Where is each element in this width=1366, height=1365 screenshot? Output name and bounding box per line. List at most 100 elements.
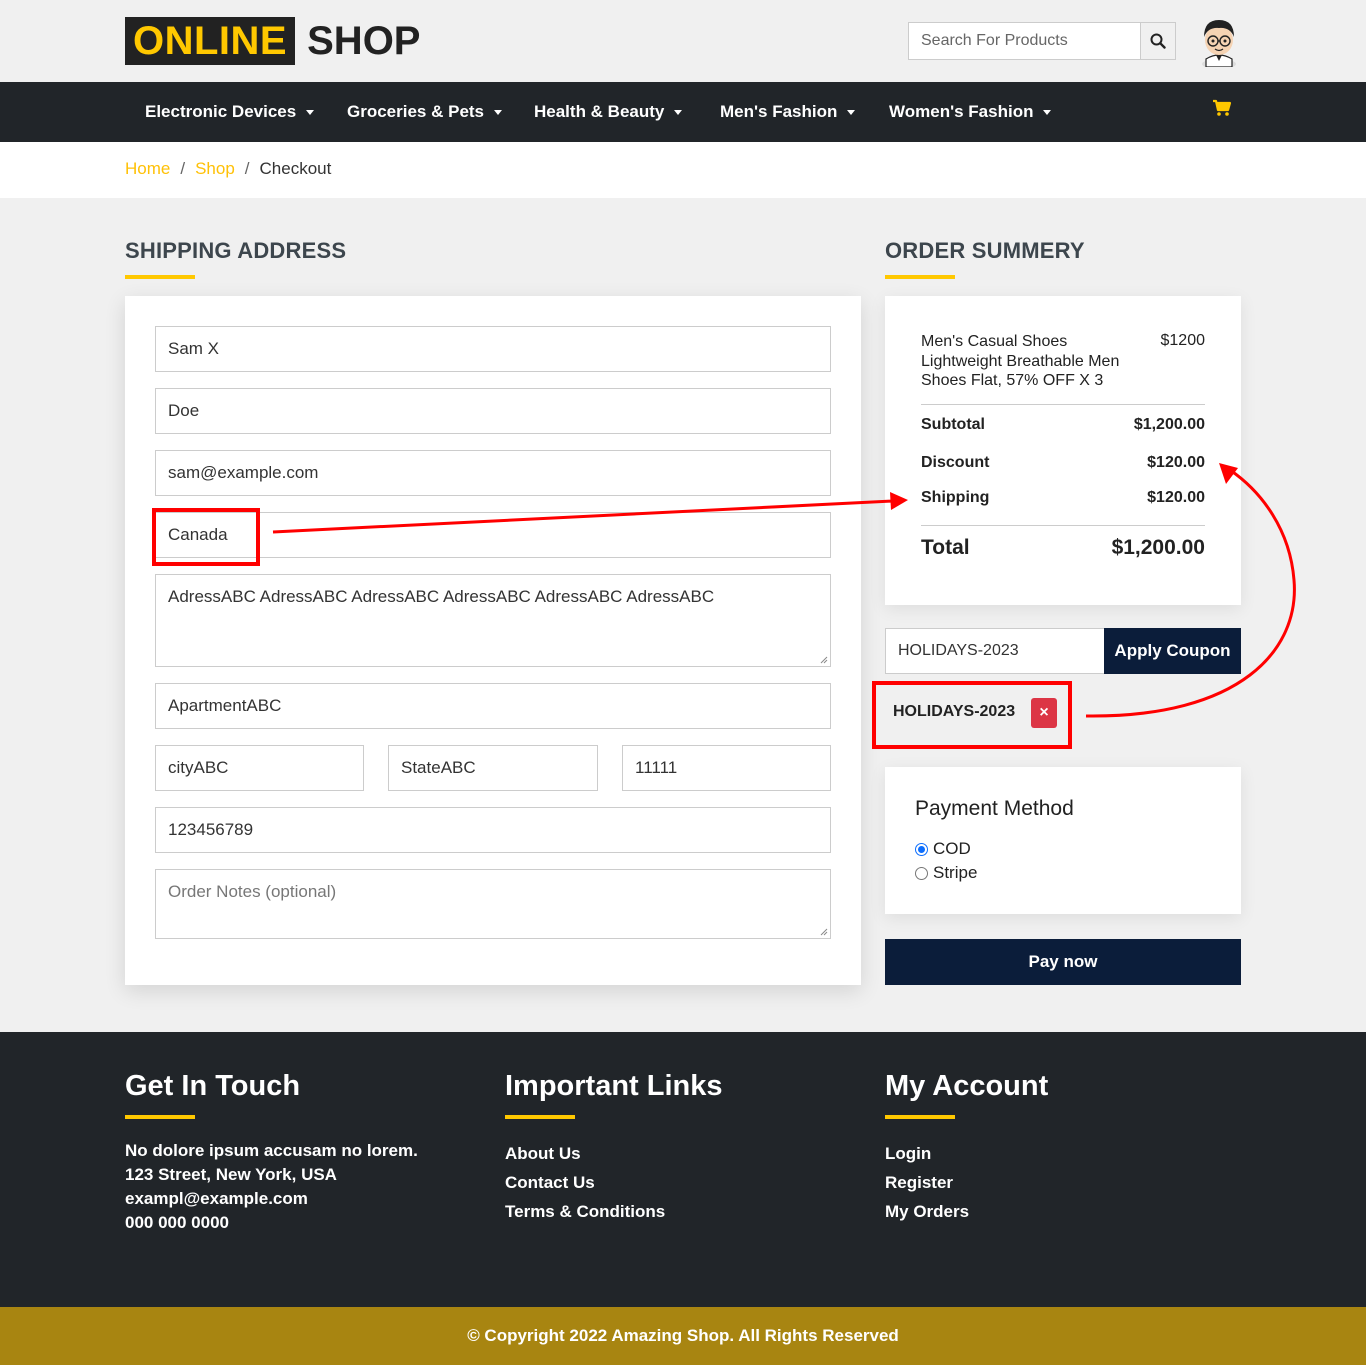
total-label: Total (921, 536, 970, 559)
payment-method-card: Payment Method COD Stripe (885, 767, 1241, 914)
nav-groceries-pets[interactable]: Groceries & Pets (347, 82, 503, 142)
address-textarea[interactable]: AdressABC AdressABC AdressABC AdressABC … (155, 574, 831, 667)
footer-links: Important Links About Us Contact Us Term… (505, 1070, 723, 1226)
logo-text: SHOP (307, 18, 421, 63)
footer-contact-line: 123 Street, New York, USA (125, 1165, 337, 1184)
search-input[interactable] (909, 23, 1140, 59)
top-header: ONLINE SHOP (0, 0, 1366, 82)
search-button[interactable] (1140, 23, 1175, 59)
search-icon (1150, 33, 1166, 49)
email-field[interactable]: sam@example.com (155, 450, 831, 496)
breadcrumb: Home / Shop / Checkout (0, 142, 1366, 198)
caret-down-icon (494, 110, 503, 116)
shipping-row: Shipping $120.00 (921, 489, 1205, 507)
footer-contact-title: Get In Touch (125, 1070, 301, 1102)
order-notes-textarea[interactable]: Order Notes (optional) (155, 869, 831, 939)
coupon-input[interactable]: HOLIDAYS-2023 (885, 628, 1105, 674)
nav-label: Electronic Devices (145, 102, 297, 121)
subtotal-value: $1,200.00 (1133, 416, 1205, 433)
footer-account-title: My Account (885, 1070, 1049, 1102)
item-price: $1200 (1160, 332, 1206, 349)
shipping-value: $120.00 (1147, 489, 1205, 506)
footer-title-underline (885, 1115, 955, 1119)
breadcrumb-home-link[interactable]: Home (125, 159, 170, 179)
apartment-field[interactable]: ApartmentABC (155, 683, 831, 729)
payment-option-stripe[interactable]: Stripe (915, 863, 977, 883)
total-row: Total $1,200.00 (921, 536, 1205, 560)
breadcrumb-shop-link[interactable]: Shop (195, 159, 235, 179)
main-nav: Electronic Devices Groceries & Pets Heal… (0, 82, 1366, 142)
nav-womens-fashion[interactable]: Women's Fashion (889, 82, 1052, 142)
payment-title: Payment Method (915, 797, 1074, 820)
annotation-box-coupon (872, 681, 1072, 749)
resize-handle-icon[interactable] (820, 656, 828, 664)
footer-contact: Get In Touch No dolore ipsum accusam no … (125, 1070, 418, 1235)
logo-highlight: ONLINE (125, 17, 296, 65)
footer-link-login[interactable]: Login (885, 1139, 1048, 1168)
shipping-label: Shipping (921, 489, 990, 506)
shipping-title: SHIPPING ADDRESS (125, 238, 347, 263)
caret-down-icon (674, 110, 683, 116)
nav-label: Women's Fashion (889, 102, 1034, 121)
nav-label: Health & Beauty (534, 102, 665, 121)
caret-down-icon (847, 110, 856, 116)
footer-link-orders[interactable]: My Orders (885, 1197, 1048, 1226)
city-field[interactable]: cityABC (155, 745, 364, 791)
footer-contact-line: No dolore ipsum accusam no lorem. (125, 1141, 418, 1160)
nav-label: Men's Fashion (720, 102, 838, 121)
item-name: Men's Casual Shoes Lightweight Breathabl… (921, 333, 1120, 389)
breadcrumb-separator: / (244, 159, 250, 178)
state-field[interactable]: StateABC (388, 745, 598, 791)
footer-link-about[interactable]: About Us (505, 1139, 723, 1168)
nav-mens-fashion[interactable]: Men's Fashion (720, 82, 856, 142)
nav-label: Groceries & Pets (347, 102, 485, 121)
nav-electronic-devices[interactable]: Electronic Devices (145, 82, 315, 142)
phone-field[interactable]: 123456789 (155, 807, 831, 853)
search-bar (908, 22, 1176, 60)
discount-label: Discount (921, 454, 990, 471)
site-logo[interactable]: ONLINE SHOP (125, 17, 420, 65)
apply-coupon-button[interactable]: Apply Coupon (1104, 628, 1241, 674)
last-name-field[interactable]: Doe (155, 388, 831, 434)
footer-title-underline (125, 1115, 195, 1119)
footer-link-register[interactable]: Register (885, 1168, 1048, 1197)
address-value: AdressABC AdressABC AdressABC AdressABC … (168, 587, 715, 606)
cart-icon[interactable] (1212, 99, 1232, 117)
footer-contact-line: exampl@example.com (125, 1189, 308, 1208)
footer-account: My Account Login Register My Orders (885, 1070, 1048, 1226)
breadcrumb-separator: / (180, 159, 186, 178)
order-summary-card: Men's Casual Shoes Lightweight Breathabl… (885, 296, 1241, 605)
summary-title: ORDER SUMMERY (885, 238, 1085, 263)
resize-handle-icon[interactable] (820, 928, 828, 936)
footer-link-contact[interactable]: Contact Us (505, 1168, 723, 1197)
nav-health-beauty[interactable]: Health & Beauty (534, 82, 683, 142)
user-avatar-icon[interactable] (1196, 15, 1242, 67)
shipping-title-underline (125, 275, 195, 279)
subtotal-row: Subtotal $1,200.00 (921, 416, 1205, 434)
zip-field[interactable]: 11111 (622, 745, 831, 791)
payment-option-label: Stripe (933, 863, 978, 882)
divider (921, 404, 1205, 405)
divider (921, 525, 1205, 526)
footer-title-underline (505, 1115, 575, 1119)
radio-cod[interactable] (915, 842, 928, 856)
summary-title-underline (885, 275, 955, 279)
site-footer: Get In Touch No dolore ipsum accusam no … (0, 1032, 1366, 1307)
payment-option-label: COD (933, 839, 971, 858)
order-notes-placeholder: Order Notes (optional) (168, 882, 337, 901)
footer-contact-line: 000 000 0000 (125, 1213, 229, 1232)
payment-option-cod[interactable]: COD (915, 839, 971, 859)
shipping-form: Sam X Doe sam@example.com Canada AdressA… (125, 296, 861, 985)
footer-links-title: Important Links (505, 1070, 723, 1102)
copyright-bar: © Copyright 2022 Amazing Shop. All Right… (0, 1307, 1366, 1365)
discount-value: $120.00 (1147, 454, 1205, 471)
radio-stripe[interactable] (915, 866, 928, 880)
discount-row: Discount $120.00 (921, 454, 1205, 472)
footer-link-terms[interactable]: Terms & Conditions (505, 1197, 723, 1226)
caret-down-icon (306, 110, 315, 116)
annotation-box-country (152, 508, 260, 566)
pay-now-button[interactable]: Pay now (885, 939, 1241, 985)
breadcrumb-current: Checkout (259, 159, 332, 178)
subtotal-label: Subtotal (921, 416, 985, 433)
first-name-field[interactable]: Sam X (155, 326, 831, 372)
